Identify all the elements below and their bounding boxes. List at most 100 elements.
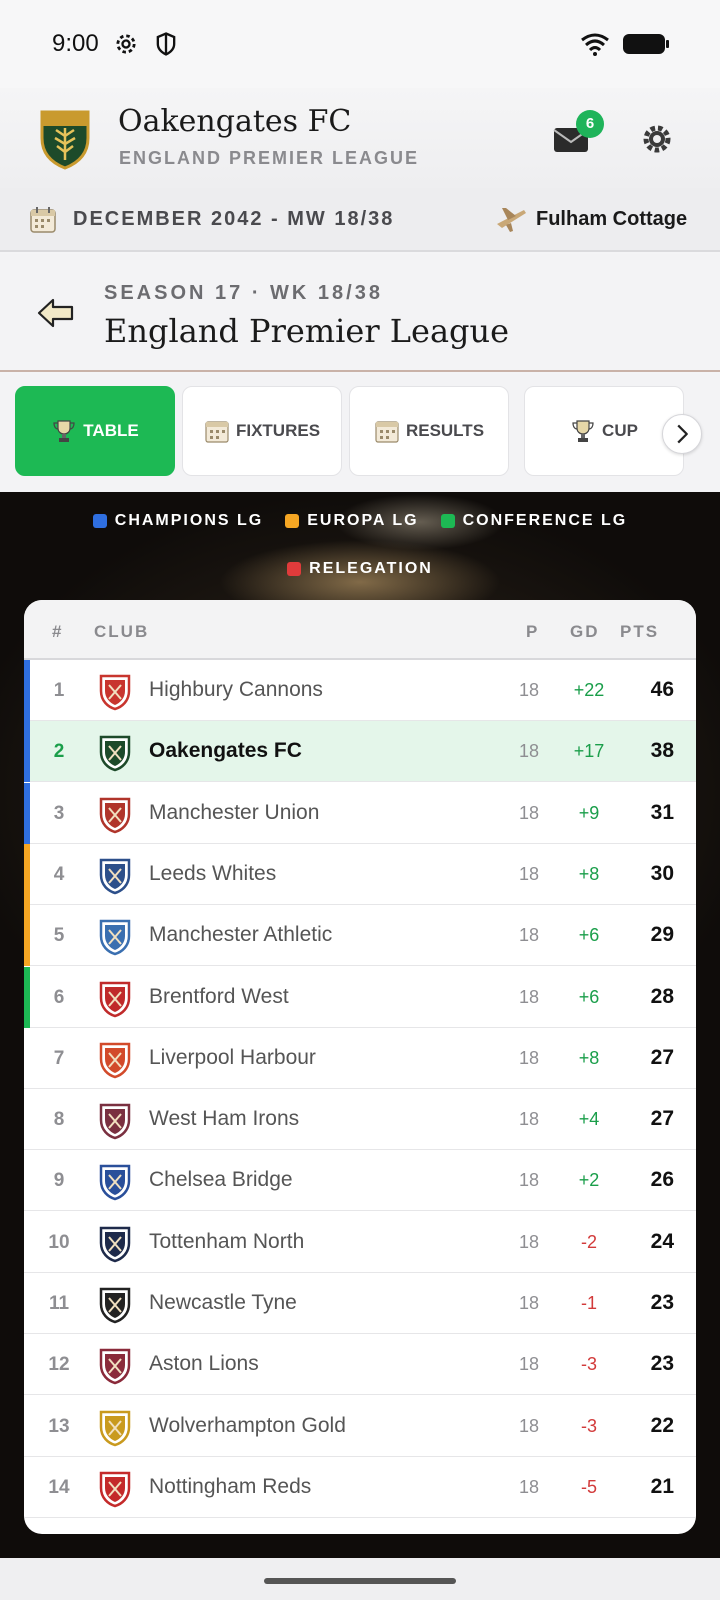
goal-difference-cell: +8 [578,1047,600,1068]
table-row[interactable]: 5 Manchester Athletic 18 +6 29 [24,905,696,967]
tab-fixtures[interactable]: FIXTURES [182,386,342,476]
club-badge-icon [99,858,131,895]
points-cell: 22 [650,1413,674,1437]
played-cell: 18 [518,863,540,884]
zone-indicator [24,660,30,721]
tab-cup[interactable]: CUP [524,386,684,476]
row-position: 6 [53,986,65,1008]
league-title: England Premier League [104,312,510,350]
club-name-cell: Chelsea Bridge [149,1168,293,1192]
goal-difference-cell: +4 [578,1109,600,1130]
chevron-right-icon[interactable] [662,414,702,454]
played-cell: 18 [518,741,540,762]
zone-indicator [24,905,30,967]
zone-indicator [24,782,30,844]
header-gd: GD [570,622,600,641]
table-row[interactable]: 3 Manchester Union 18 +9 31 [24,782,696,844]
status-bar: 9:00 [0,0,720,88]
club-badge-icon [99,1349,131,1385]
goal-difference-cell: -5 [580,1476,597,1497]
played-cell: 18 [518,1047,540,1068]
calendar-icon [375,421,399,443]
goal-difference-cell: -1 [580,1293,597,1313]
header-pos: # [52,622,64,641]
battery-icon [623,34,669,54]
table-row[interactable]: 4 Leeds Whites 18 +8 30 [24,843,696,905]
club-name-cell: Nottingham Reds [149,1474,312,1498]
table-row[interactable]: 12 Aston Lions 18 -3 23 [24,1334,696,1396]
row-position: 14 [48,1476,70,1498]
points-cell: 31 [650,800,674,824]
date-label: DECEMBER 2042 - MW 18/38 [73,208,395,230]
trophy-icon [572,420,594,442]
tab-table[interactable]: TABLE [15,386,175,476]
points-cell: 24 [650,1229,674,1253]
row-position: 10 [48,1231,70,1253]
club-badge-icon [99,1287,131,1324]
status-time: 9:00 [52,30,99,57]
legend-row-2: RELEGATION [0,560,720,578]
club-badge-icon [99,1042,131,1079]
played-cell: 18 [518,1109,540,1130]
points-cell: 23 [650,1352,674,1376]
table-row[interactable]: 8 West Ham Irons 18 +4 27 [24,1089,696,1151]
club-badge-icon [99,674,131,711]
legend-label: RELEGATION [309,560,433,577]
row-position: 4 [53,863,65,885]
club-name-cell: West Ham Irons [149,1107,300,1131]
legend-dot [287,562,302,576]
league-table: # CLUB P GD PTS 1 Highbury Cannons 18 +22 46… [24,600,696,1534]
back-arrow-icon[interactable] [36,296,76,330]
row-position: 9 [53,1170,65,1192]
table-row[interactable]: 11 Newcastle Tyne 18 -1 23 [24,1273,696,1334]
season-header: SEASON 17 · WK 18/38 England Premier Lea… [0,254,720,372]
row-position: 2 [53,741,65,763]
legend-item-champions: CHAMPIONS LG [92,512,264,530]
tab-results[interactable]: RESULTS [349,386,509,476]
calendar-icon [30,207,56,233]
settings-gear-icon[interactable] [640,122,674,156]
shield-icon [156,32,176,56]
zone-indicator [24,721,30,783]
home-handle[interactable] [264,1578,456,1584]
club-name-cell: Tottenham North [149,1229,305,1253]
goal-difference-cell: +6 [578,986,600,1007]
table-header: # CLUB P GD PTS [24,600,696,660]
points-cell: 46 [650,678,674,701]
legend-dot [440,514,455,528]
table-row[interactable]: 2 Oakengates FC 18 +17 38 [24,721,696,783]
row-position: 5 [53,925,65,947]
row-position: 3 [53,802,65,824]
played-cell: 18 [518,1231,540,1252]
airplane-icon [497,208,526,232]
goal-difference-cell: +22 [573,680,605,700]
points-cell: 27 [650,1107,674,1131]
club-name-cell: Manchester Athletic [149,923,333,947]
row-position: 13 [48,1415,70,1437]
points-cell: 21 [650,1474,674,1498]
tab-cup-label: CUP [602,421,638,440]
table-row[interactable]: 13 Wolverhampton Gold 18 -3 22 [24,1396,696,1457]
table-row[interactable]: 6 Brentford West 18 +6 28 [24,966,696,1028]
club-name-cell: Liverpool Harbour [149,1045,316,1069]
played-cell: 18 [518,925,540,946]
club-badge-icon [99,736,131,772]
club-badge-icon [99,1226,131,1262]
date-bar: DECEMBER 2042 - MW 18/38 Fulham Cottage [0,188,720,252]
legend-label: CHAMPIONS LG [114,512,264,529]
table-row[interactable]: 1 Highbury Cannons 18 +22 46 [24,660,696,721]
legend-item-conference: CONFERENCE LG [440,512,628,530]
table-row[interactable]: 7 Liverpool Harbour 18 +8 27 [24,1028,696,1089]
club-badge-icon [99,797,131,833]
table-row[interactable]: 9 Chelsea Bridge 18 +2 26 [24,1150,696,1212]
club-crest-icon [40,110,90,170]
table-row[interactable]: 14 Nottingham Reds 18 -5 21 [24,1457,696,1518]
stadium-name[interactable]: Fulham Cottage [536,208,687,231]
points-cell: 29 [650,923,674,947]
table-row[interactable]: 10 Tottenham North 18 -2 24 [24,1212,696,1273]
points-cell: 38 [650,739,674,763]
played-cell: 18 [518,1476,540,1497]
points-cell: 26 [650,1168,674,1192]
played-cell: 18 [518,1170,540,1191]
played-cell: 18 [518,802,540,823]
